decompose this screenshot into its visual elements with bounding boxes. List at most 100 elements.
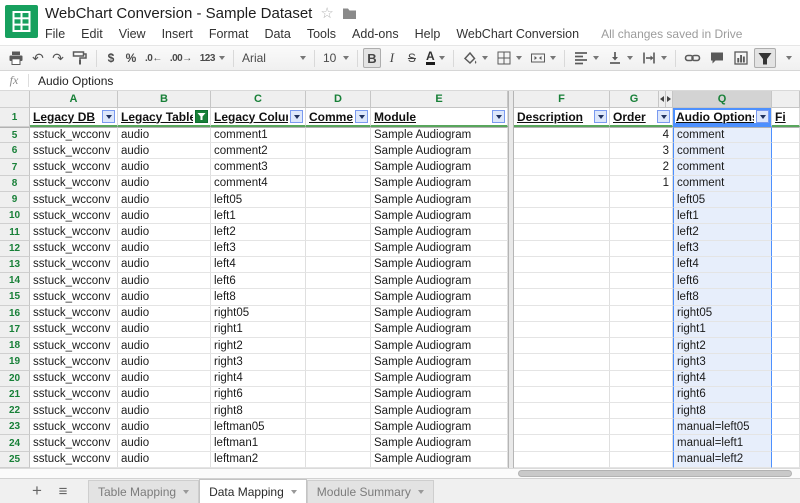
cell-A6[interactable]: sstuck_wcconv (30, 143, 118, 159)
cell-G11[interactable] (610, 224, 673, 240)
cell-X15[interactable] (772, 289, 800, 305)
cell-G8[interactable]: 1 (610, 176, 673, 192)
column-header-Q[interactable]: Q (673, 91, 772, 108)
row-header-18[interactable]: 18 (0, 338, 30, 354)
row-header-6[interactable]: 6 (0, 143, 30, 159)
cell-F17[interactable] (514, 322, 610, 338)
insert-link-button[interactable] (681, 48, 704, 68)
cell-D10[interactable] (306, 208, 371, 224)
chevron-down-icon[interactable] (291, 490, 297, 494)
row-header-14[interactable]: 14 (0, 273, 30, 289)
filter-dropdown-button[interactable] (657, 110, 670, 123)
formula-input[interactable]: Audio Options (38, 74, 800, 88)
cell-G20[interactable] (610, 371, 673, 387)
cell-A13[interactable]: sstuck_wcconv (30, 257, 118, 273)
cell-B15[interactable]: audio (118, 289, 211, 305)
cell-X21[interactable] (772, 387, 800, 403)
cell-A22[interactable]: sstuck_wcconv (30, 403, 118, 419)
cell-X23[interactable] (772, 419, 800, 435)
menu-item-file[interactable]: File (45, 27, 73, 41)
cell-Q7[interactable]: comment (673, 159, 772, 175)
cell-B24[interactable]: audio (118, 435, 211, 451)
cell-Q9[interactable]: left05 (673, 192, 772, 208)
cell-A11[interactable]: sstuck_wcconv (30, 224, 118, 240)
cell-Q23[interactable]: manual=left05 (673, 419, 772, 435)
cell-A16[interactable]: sstuck_wcconv (30, 306, 118, 322)
cell-F21[interactable] (514, 387, 610, 403)
cell-F25[interactable] (514, 452, 610, 468)
cell-C19[interactable]: right3 (211, 354, 306, 370)
all-sheets-menu-button[interactable]: ≡ (50, 479, 76, 503)
row-header-24[interactable]: 24 (0, 435, 30, 451)
cell-C17[interactable]: right1 (211, 322, 306, 338)
cell-D18[interactable] (306, 338, 371, 354)
cell-B19[interactable]: audio (118, 354, 211, 370)
cell-E7[interactable]: Sample Audiogram (371, 159, 508, 175)
cell-E12[interactable]: Sample Audiogram (371, 241, 508, 257)
insert-chart-button[interactable] (730, 48, 752, 68)
cell-G6[interactable]: 3 (610, 143, 673, 159)
row-header-19[interactable]: 19 (0, 354, 30, 370)
cell-Q15[interactable]: left8 (673, 289, 772, 305)
paint-format-button[interactable] (69, 48, 91, 68)
menu-item-help[interactable]: Help (407, 27, 449, 41)
cell-E25[interactable]: Sample Audiogram (371, 452, 508, 468)
cell-D8[interactable] (306, 176, 371, 192)
cell-B5[interactable]: audio (118, 127, 211, 143)
cell-B16[interactable]: audio (118, 306, 211, 322)
cell-C12[interactable]: left3 (211, 241, 306, 257)
cell-B18[interactable]: audio (118, 338, 211, 354)
cell-E13[interactable]: Sample Audiogram (371, 257, 508, 273)
cell-Q5[interactable]: comment (673, 127, 772, 143)
cell-D13[interactable] (306, 257, 371, 273)
cell-A7[interactable]: sstuck_wcconv (30, 159, 118, 175)
cell-C21[interactable]: right6 (211, 387, 306, 403)
chevron-down-icon[interactable] (183, 490, 189, 494)
add-sheet-button[interactable]: + (24, 479, 50, 503)
vertical-align-button[interactable] (604, 48, 636, 68)
chevron-down-icon[interactable] (418, 490, 424, 494)
cell-D22[interactable] (306, 403, 371, 419)
sheet-tab-module-summary[interactable]: Module Summary (307, 480, 434, 503)
cell-D9[interactable] (306, 192, 371, 208)
cell-D21[interactable] (306, 387, 371, 403)
cell-E16[interactable]: Sample Audiogram (371, 306, 508, 322)
cell-Q8[interactable]: comment (673, 176, 772, 192)
redo-button[interactable]: ↷ (49, 48, 67, 68)
cell-F19[interactable] (514, 354, 610, 370)
cell-B13[interactable]: audio (118, 257, 211, 273)
row-header-9[interactable]: 9 (0, 192, 30, 208)
cell-G14[interactable] (610, 273, 673, 289)
cell-E22[interactable]: Sample Audiogram (371, 403, 508, 419)
cell-G17[interactable] (610, 322, 673, 338)
cell-G9[interactable] (610, 192, 673, 208)
row-header-25[interactable]: 25 (0, 452, 30, 468)
cell-D14[interactable] (306, 273, 371, 289)
cell-C16[interactable]: right05 (211, 306, 306, 322)
cell-F10[interactable] (514, 208, 610, 224)
star-icon[interactable]: ☆ (320, 6, 333, 21)
horizontal-align-button[interactable] (570, 48, 602, 68)
cell-E9[interactable]: Sample Audiogram (371, 192, 508, 208)
cell-C22[interactable]: right8 (211, 403, 306, 419)
cell-B8[interactable]: audio (118, 176, 211, 192)
currency-format-button[interactable]: $ (102, 48, 120, 68)
horizontal-scrollbar-thumb[interactable] (518, 470, 792, 477)
cell-C9[interactable]: left05 (211, 192, 306, 208)
cell-C7[interactable]: comment3 (211, 159, 306, 175)
cell-A8[interactable]: sstuck_wcconv (30, 176, 118, 192)
cell-X6[interactable] (772, 143, 800, 159)
cell-E23[interactable]: Sample Audiogram (371, 419, 508, 435)
cell-A5[interactable]: sstuck_wcconv (30, 127, 118, 143)
cell-F18[interactable] (514, 338, 610, 354)
cell-X8[interactable] (772, 176, 800, 192)
cell-X13[interactable] (772, 257, 800, 273)
menu-item-edit[interactable]: Edit (73, 27, 111, 41)
row-header-7[interactable]: 7 (0, 159, 30, 175)
cell-D17[interactable] (306, 322, 371, 338)
cell-X22[interactable] (772, 403, 800, 419)
borders-button[interactable] (493, 48, 525, 68)
cell-C20[interactable]: right4 (211, 371, 306, 387)
text-wrap-button[interactable] (638, 48, 670, 68)
filter-dropdown-button[interactable] (355, 110, 368, 123)
